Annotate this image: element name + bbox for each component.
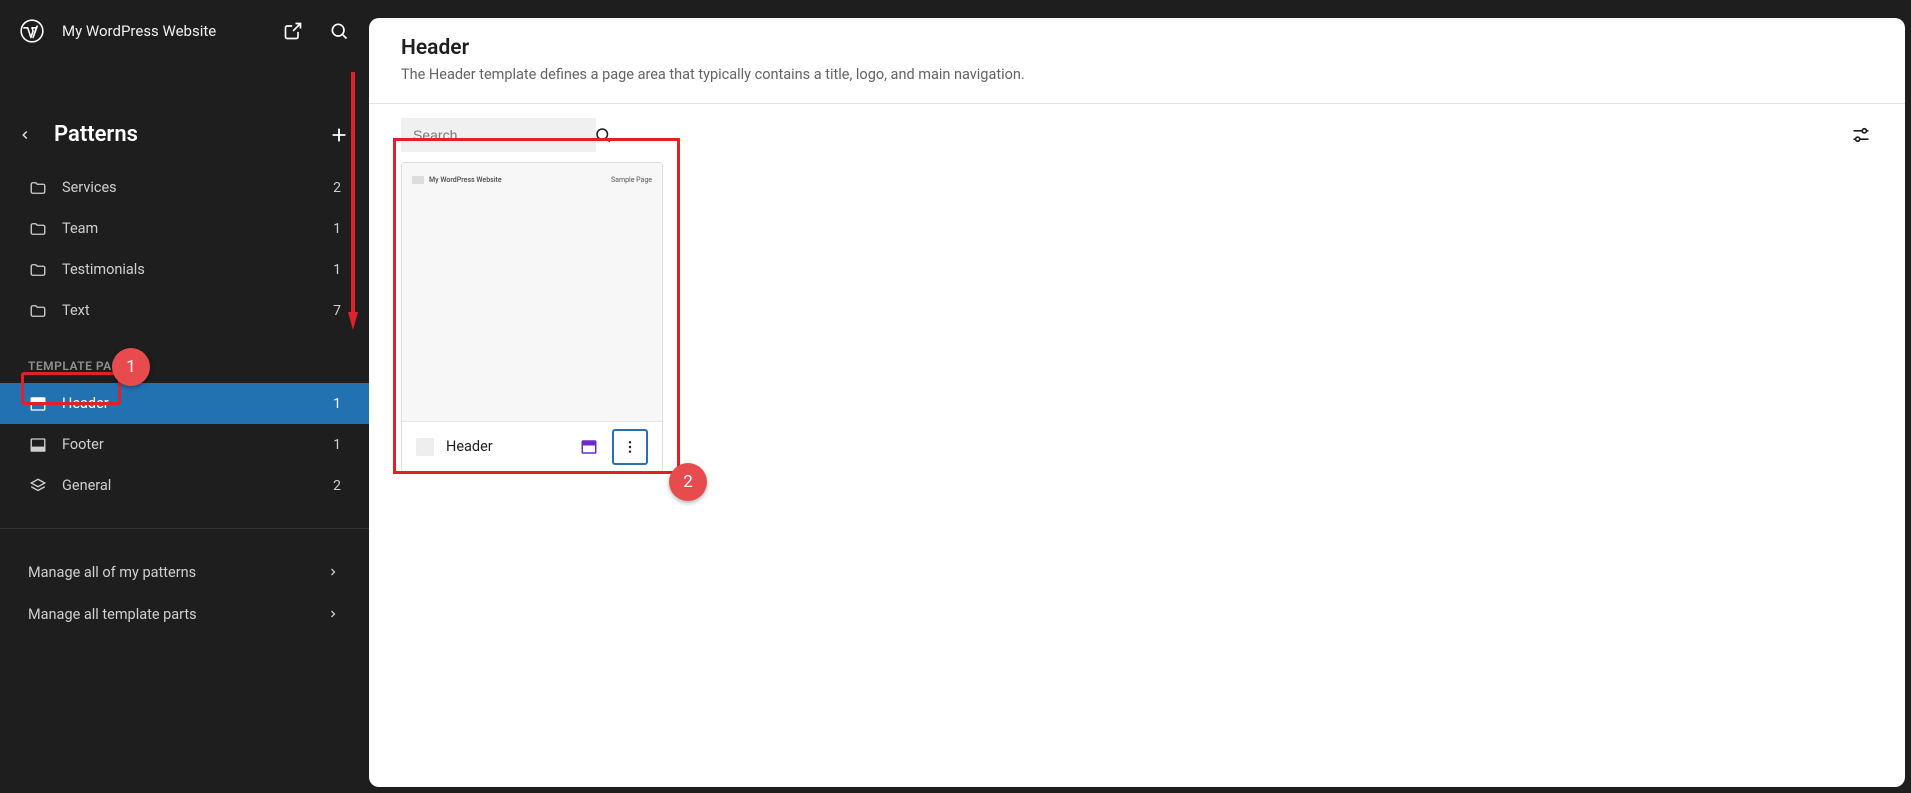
- template-part-count: 2: [333, 478, 341, 494]
- chevron-right-icon: [325, 608, 341, 620]
- chevron-right-icon: [325, 566, 341, 578]
- category-services[interactable]: Services 2: [0, 167, 369, 208]
- add-pattern-button[interactable]: [327, 123, 351, 147]
- search-input[interactable]: [413, 127, 594, 143]
- search-icon[interactable]: [327, 19, 351, 43]
- template-part-general[interactable]: General 2: [0, 465, 369, 506]
- folder-icon: [28, 301, 48, 321]
- category-team[interactable]: Team 1: [0, 208, 369, 249]
- manage-all-template-parts[interactable]: Manage all template parts: [0, 593, 369, 635]
- manage-label: Manage all template parts: [28, 606, 325, 623]
- template-part-label: Header: [62, 395, 333, 412]
- template-part-count: 1: [333, 396, 341, 412]
- category-label: Services: [62, 179, 333, 196]
- header-layout-icon: [28, 394, 48, 414]
- main-area: Header The Header template defines a pag…: [369, 0, 1911, 793]
- page-description: The Header template defines a page area …: [401, 66, 1873, 83]
- category-testimonials[interactable]: Testimonials 1: [0, 249, 369, 290]
- pattern-preview: My WordPress Website Sample Page: [402, 163, 662, 421]
- search-icon: [594, 125, 612, 145]
- back-button[interactable]: [18, 128, 46, 142]
- preview-mini-header: My WordPress Website Sample Page: [412, 173, 652, 187]
- main-toolbar: [369, 104, 1905, 162]
- template-part-count: 1: [333, 437, 341, 453]
- footer-layout-icon: [28, 435, 48, 455]
- template-parts-list: Header 1 Footer 1 General 2: [0, 383, 369, 506]
- site-title[interactable]: My WordPress Website: [62, 22, 281, 40]
- wordpress-logo-icon[interactable]: [18, 17, 46, 45]
- category-label: Team: [62, 220, 333, 237]
- category-count: 1: [333, 262, 341, 278]
- view-site-icon[interactable]: [281, 19, 305, 43]
- search-box[interactable]: [401, 118, 596, 152]
- pattern-more-actions-button[interactable]: [612, 429, 648, 465]
- category-count: 1: [333, 221, 341, 237]
- category-text[interactable]: Text 7: [0, 290, 369, 331]
- folder-icon: [28, 219, 48, 239]
- template-parts-label: TEMPLATE PARTS: [0, 331, 369, 383]
- sidebar: My WordPress Website Patterns: [0, 0, 369, 793]
- category-label: Text: [62, 302, 333, 319]
- main-header: Header The Header template defines a pag…: [369, 18, 1905, 104]
- section-title: Patterns: [54, 122, 327, 147]
- top-icons: [281, 19, 351, 43]
- pattern-categories-list: Services 2 Team 1 Testimonials 1 Text 7: [0, 167, 369, 331]
- template-part-label: Footer: [62, 436, 333, 453]
- manage-label: Manage all of my patterns: [28, 564, 325, 581]
- preview-logo-placeholder: [412, 176, 424, 184]
- layers-icon: [28, 476, 48, 496]
- sidebar-top-bar: My WordPress Website: [0, 0, 369, 62]
- main-panel: Header The Header template defines a pag…: [369, 18, 1905, 787]
- patterns-grid: My WordPress Website Sample Page Header: [369, 162, 1905, 472]
- preview-nav-link: Sample Page: [611, 176, 652, 184]
- header-type-icon: [578, 436, 600, 458]
- sidebar-divider: [0, 528, 369, 529]
- app-root: My WordPress Website Patterns: [0, 0, 1911, 793]
- folder-icon: [28, 260, 48, 280]
- pattern-card-footer: Header: [402, 421, 662, 471]
- category-count: 2: [333, 180, 341, 196]
- template-part-label: General: [62, 477, 333, 494]
- manage-all-patterns[interactable]: Manage all of my patterns: [0, 551, 369, 593]
- filter-settings-icon[interactable]: [1849, 123, 1873, 147]
- category-label: Testimonials: [62, 261, 333, 278]
- pattern-card-header[interactable]: My WordPress Website Sample Page Header: [401, 162, 663, 472]
- page-title: Header: [401, 36, 1873, 60]
- pattern-card-title: Header: [446, 438, 566, 455]
- preview-site-title: My WordPress Website: [429, 176, 606, 184]
- pattern-checkbox[interactable]: [416, 438, 434, 456]
- folder-icon: [28, 178, 48, 198]
- section-header: Patterns: [0, 122, 369, 147]
- template-part-header[interactable]: Header 1: [0, 383, 369, 424]
- template-part-footer[interactable]: Footer 1: [0, 424, 369, 465]
- category-count: 7: [333, 303, 341, 319]
